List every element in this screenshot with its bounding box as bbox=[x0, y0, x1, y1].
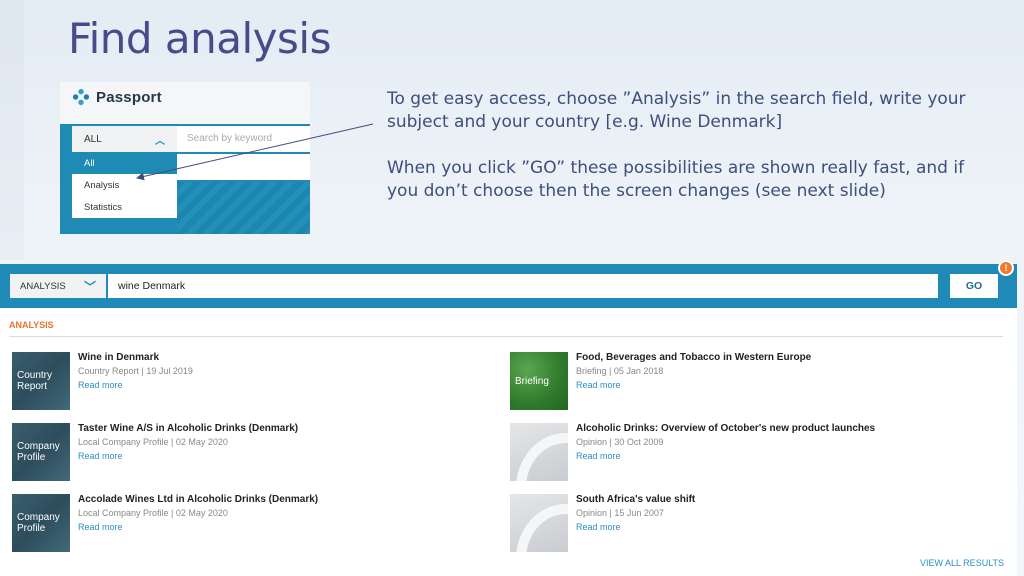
mini-white-bar bbox=[177, 154, 310, 180]
result-meta: Opinion | 30 Oct 2009 bbox=[576, 437, 664, 447]
read-more-link[interactable]: Read more bbox=[576, 522, 621, 532]
result-meta: Opinion | 15 Jun 2007 bbox=[576, 508, 664, 518]
chevron-down-icon: ﹀ bbox=[83, 279, 96, 294]
result-meta: Country Report | 19 Jul 2019 bbox=[78, 366, 193, 376]
result-meta: Briefing | 05 Jan 2018 bbox=[576, 366, 664, 376]
mini-header: Passport bbox=[60, 82, 310, 124]
passport-logo-icon bbox=[72, 88, 90, 106]
result-title[interactable]: Taster Wine A/S in Alcoholic Drinks (Den… bbox=[78, 423, 298, 434]
passport-logo[interactable]: Passport bbox=[72, 88, 162, 106]
thumbnail-label: Company Profile bbox=[17, 512, 60, 534]
scope-select[interactable]: ANALYSIS ﹀ bbox=[10, 274, 106, 298]
result-item[interactable]: Alcoholic Drinks: Overview of October's … bbox=[510, 423, 990, 481]
section-divider bbox=[9, 336, 1003, 337]
result-title[interactable]: Alcoholic Drinks: Overview of October's … bbox=[576, 423, 875, 434]
result-item[interactable]: Country Report Wine in Denmark Country R… bbox=[12, 352, 492, 410]
mini-scope-select[interactable]: ALL ︿ bbox=[72, 126, 177, 152]
result-title[interactable]: Accolade Wines Ltd in Alcoholic Drinks (… bbox=[78, 494, 318, 505]
mini-search-input[interactable]: Search by keyword bbox=[177, 126, 310, 152]
dropdown-option-all[interactable]: All bbox=[72, 152, 177, 174]
thumbnail-label: Briefing bbox=[515, 375, 549, 387]
result-thumbnail: Company Profile bbox=[12, 423, 70, 481]
passport-mini-screenshot: Passport ALL ︿ Search by keyword All Ana… bbox=[60, 82, 310, 234]
result-thumbnail bbox=[510, 423, 568, 481]
search-results-screenshot: ANALYSIS ﹀ wine Denmark GO ! ANALYSIS Co… bbox=[0, 260, 1017, 576]
dropdown-option-statistics[interactable]: Statistics bbox=[72, 196, 177, 218]
mini-background-pattern bbox=[177, 182, 310, 234]
result-title[interactable]: Wine in Denmark bbox=[78, 352, 159, 363]
result-title[interactable]: South Africa's value shift bbox=[576, 494, 695, 505]
result-title[interactable]: Food, Beverages and Tobacco in Western E… bbox=[576, 352, 811, 363]
search-bar: ANALYSIS ﹀ wine Denmark GO bbox=[0, 264, 1017, 308]
result-meta: Local Company Profile | 02 May 2020 bbox=[78, 508, 228, 518]
read-more-link[interactable]: Read more bbox=[78, 451, 123, 461]
thumbnail-label: Company Profile bbox=[17, 441, 60, 463]
result-item[interactable]: Briefing Food, Beverages and Tobacco in … bbox=[510, 352, 990, 410]
read-more-link[interactable]: Read more bbox=[78, 380, 123, 390]
dropdown-option-analysis[interactable]: Analysis bbox=[72, 174, 177, 196]
result-thumbnail bbox=[510, 494, 568, 552]
result-thumbnail: Company Profile bbox=[12, 494, 70, 552]
result-thumbnail: Country Report bbox=[12, 352, 70, 410]
result-meta: Local Company Profile | 02 May 2020 bbox=[78, 437, 228, 447]
notification-badge[interactable]: ! bbox=[998, 260, 1014, 276]
go-button[interactable]: GO bbox=[950, 274, 998, 298]
view-all-results-link[interactable]: VIEW ALL RESULTS bbox=[920, 558, 1004, 568]
scope-select-value: ANALYSIS bbox=[20, 280, 66, 292]
read-more-link[interactable]: Read more bbox=[576, 380, 621, 390]
mini-scope-dropdown: All Analysis Statistics bbox=[72, 152, 177, 218]
read-more-link[interactable]: Read more bbox=[78, 522, 123, 532]
result-item[interactable]: South Africa's value shift Opinion | 15 … bbox=[510, 494, 990, 552]
instruction-paragraph-2: When you click ”GO” these possibilities … bbox=[387, 158, 965, 201]
section-heading: ANALYSIS bbox=[9, 320, 54, 330]
search-input[interactable]: wine Denmark bbox=[108, 274, 938, 298]
result-thumbnail: Briefing bbox=[510, 352, 568, 410]
read-more-link[interactable]: Read more bbox=[576, 451, 621, 461]
chevron-up-icon: ︿ bbox=[155, 135, 165, 147]
result-item[interactable]: Company Profile Taster Wine A/S in Alcoh… bbox=[12, 423, 492, 481]
slide-left-strip bbox=[0, 0, 24, 260]
slide-title: Find analysis bbox=[68, 14, 331, 63]
instructions-text: To get easy access, choose ”Analysis” in… bbox=[387, 88, 967, 203]
result-item[interactable]: Company Profile Accolade Wines Ltd in Al… bbox=[12, 494, 492, 552]
instruction-paragraph-1: To get easy access, choose ”Analysis” in… bbox=[387, 89, 966, 132]
mini-scope-value: ALL bbox=[84, 133, 102, 145]
thumbnail-label: Country Report bbox=[17, 370, 53, 392]
passport-logo-text: Passport bbox=[96, 88, 162, 106]
